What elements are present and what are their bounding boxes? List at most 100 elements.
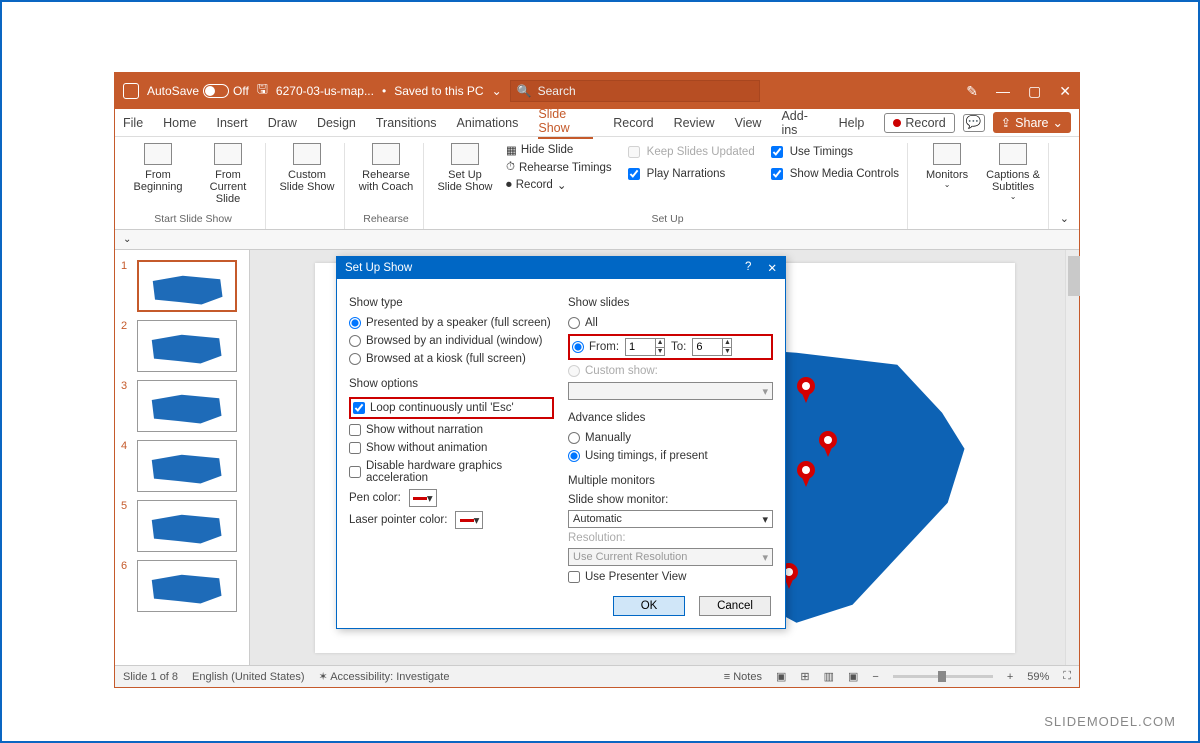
notes-button[interactable]: ≡ Notes xyxy=(724,671,762,683)
view-normal-icon[interactable]: ▣ xyxy=(776,670,786,683)
section-advance: Advance slides xyxy=(568,412,773,424)
ribbon-footer: ⌄ xyxy=(115,230,1079,250)
tab-draw[interactable]: Draw xyxy=(268,116,297,130)
thumbnail-3[interactable]: 3 xyxy=(115,376,249,436)
tab-view[interactable]: View xyxy=(735,116,762,130)
tab-animations[interactable]: Animations xyxy=(457,116,519,130)
autosave-state: Off xyxy=(233,84,249,98)
radio-from-slides[interactable]: From: xyxy=(572,340,619,354)
help-button[interactable]: ? xyxy=(745,261,751,275)
to-spinner[interactable]: ▲▼ xyxy=(692,338,732,356)
rehearse-timings-button[interactable]: ⏱Rehearse Timings xyxy=(506,161,612,174)
accessibility-indicator[interactable]: ✶ Accessibility: Investigate xyxy=(319,670,450,683)
title-bar: AutoSave Off 🖫 6270-03-us-map... • Saved… xyxy=(115,73,1079,109)
checkbox-loop[interactable]: Loop continuously until 'Esc' xyxy=(353,401,548,415)
chevron-down-icon[interactable]: ⌄ xyxy=(492,84,502,98)
tab-record[interactable]: Record xyxy=(613,116,653,130)
thumbnail-6[interactable]: 6 xyxy=(115,556,249,616)
zoom-level[interactable]: 59% xyxy=(1027,671,1049,683)
slide-indicator[interactable]: Slide 1 of 8 xyxy=(123,671,178,683)
from-beginning-button[interactable]: From Beginning xyxy=(129,143,187,205)
dialog-title-bar[interactable]: Set Up Show ?✕ xyxy=(337,257,785,279)
highlighted-from-to: From: ▲▼ To: ▲▼ xyxy=(568,334,773,360)
view-sorter-icon[interactable]: ⊞ xyxy=(800,670,809,683)
pen-color-label: Pen color: xyxy=(349,492,401,504)
ribbon-tabs: File Home Insert Draw Design Transitions… xyxy=(115,109,1079,137)
tab-addins[interactable]: Add-ins xyxy=(781,109,818,137)
radio-manual[interactable]: Manually xyxy=(568,431,773,445)
thumbnail-2[interactable]: 2 xyxy=(115,316,249,376)
monitor-label: Slide show monitor: xyxy=(568,494,773,506)
laser-color-label: Laser pointer color: xyxy=(349,514,447,526)
to-label: To: xyxy=(671,341,686,353)
tab-transitions[interactable]: Transitions xyxy=(376,116,437,130)
record-button[interactable]: Record xyxy=(884,113,954,133)
section-show-type: Show type xyxy=(349,297,554,309)
ok-button[interactable]: OK xyxy=(613,596,685,616)
zoom-slider[interactable] xyxy=(893,675,993,678)
resolution-label: Resolution: xyxy=(568,532,773,544)
search-icon: 🔍 xyxy=(517,84,532,98)
checkbox-disable-hw[interactable]: Disable hardware graphics acceleration xyxy=(349,459,554,485)
keep-updated-checkbox[interactable]: Keep Slides Updated xyxy=(624,143,755,161)
checkbox-presenter-view[interactable]: Use Presenter View xyxy=(568,570,773,584)
thumbnail-4[interactable]: 4 xyxy=(115,436,249,496)
captions-button[interactable]: Captions & Subtitles⌄ xyxy=(986,143,1040,202)
zoom-out-button[interactable]: − xyxy=(872,671,878,683)
minimize-button[interactable]: ― xyxy=(996,83,1010,100)
language-indicator[interactable]: English (United States) xyxy=(192,671,305,683)
tab-review[interactable]: Review xyxy=(674,116,715,130)
collapse-ribbon-icon[interactable]: ⌄ xyxy=(1056,208,1073,229)
use-timings-checkbox[interactable]: Use Timings xyxy=(767,143,853,161)
search-input[interactable]: 🔍 Search xyxy=(510,80,760,102)
tab-slideshow[interactable]: Slide Show xyxy=(538,107,593,139)
fit-window-icon[interactable]: ⛶ xyxy=(1063,670,1071,683)
radio-presented[interactable]: Presented by a speaker (full screen) xyxy=(349,316,554,330)
tab-design[interactable]: Design xyxy=(317,116,356,130)
close-button[interactable]: ✕ xyxy=(1059,83,1071,100)
tab-file[interactable]: File xyxy=(123,116,143,130)
pen-icon[interactable]: ✎ xyxy=(966,83,978,100)
radio-custom-show: Custom show: xyxy=(568,364,773,378)
setup-show-dialog: Set Up Show ?✕ Show type Presented by a … xyxy=(336,256,786,629)
rehearse-coach-button[interactable]: Rehearse with Coach xyxy=(357,143,415,193)
checkbox-no-narration[interactable]: Show without narration xyxy=(349,423,554,437)
zoom-in-button[interactable]: + xyxy=(1007,671,1013,683)
thumbnail-1[interactable]: 1 xyxy=(115,256,249,316)
maximize-button[interactable]: ▢ xyxy=(1028,83,1041,100)
share-button[interactable]: ⇪ Share ⌄ xyxy=(993,112,1071,133)
thumbnail-5[interactable]: 5 xyxy=(115,496,249,556)
show-media-checkbox[interactable]: Show Media Controls xyxy=(767,165,899,183)
setup-slideshow-button[interactable]: Set Up Slide Show xyxy=(436,143,494,193)
from-spinner[interactable]: ▲▼ xyxy=(625,338,665,356)
autosave-toggle[interactable]: AutoSave Off xyxy=(147,84,249,98)
vertical-scrollbar[interactable] xyxy=(1065,250,1079,665)
save-icon[interactable]: 🖫 xyxy=(257,80,268,102)
chevron-down-icon[interactable]: ⌄ xyxy=(123,234,131,245)
dot: • xyxy=(382,84,386,98)
view-reading-icon[interactable]: ▥ xyxy=(824,670,834,683)
monitors-button[interactable]: Monitors⌄ xyxy=(920,143,974,202)
tab-help[interactable]: Help xyxy=(839,116,865,130)
monitor-dropdown[interactable]: Automatic▾ xyxy=(568,510,773,528)
app-icon xyxy=(123,83,139,99)
custom-slideshow-button[interactable]: Custom Slide Show xyxy=(278,143,336,193)
play-narrations-checkbox[interactable]: Play Narrations xyxy=(624,165,726,183)
record-menu-button[interactable]: ⏺Record ⌄ xyxy=(506,178,566,192)
radio-all-slides[interactable]: All xyxy=(568,316,773,330)
tab-insert[interactable]: Insert xyxy=(217,116,248,130)
hide-slide-button[interactable]: ▦Hide Slide xyxy=(506,143,573,157)
save-status[interactable]: Saved to this PC xyxy=(394,84,483,98)
tab-home[interactable]: Home xyxy=(163,116,196,130)
close-dialog-button[interactable]: ✕ xyxy=(767,261,777,275)
cancel-button[interactable]: Cancel xyxy=(699,596,771,616)
from-current-button[interactable]: From Current Slide xyxy=(199,143,257,205)
comments-button[interactable]: 💬 xyxy=(963,114,985,132)
pen-color-picker[interactable]: ▾ xyxy=(409,489,437,507)
radio-timings[interactable]: Using timings, if present xyxy=(568,449,773,463)
radio-browsed-individual[interactable]: Browsed by an individual (window) xyxy=(349,334,554,348)
radio-browsed-kiosk[interactable]: Browsed at a kiosk (full screen) xyxy=(349,352,554,366)
checkbox-no-animation[interactable]: Show without animation xyxy=(349,441,554,455)
view-slideshow-icon[interactable]: ▣ xyxy=(848,670,858,683)
laser-color-picker[interactable]: ▾ xyxy=(455,511,483,529)
